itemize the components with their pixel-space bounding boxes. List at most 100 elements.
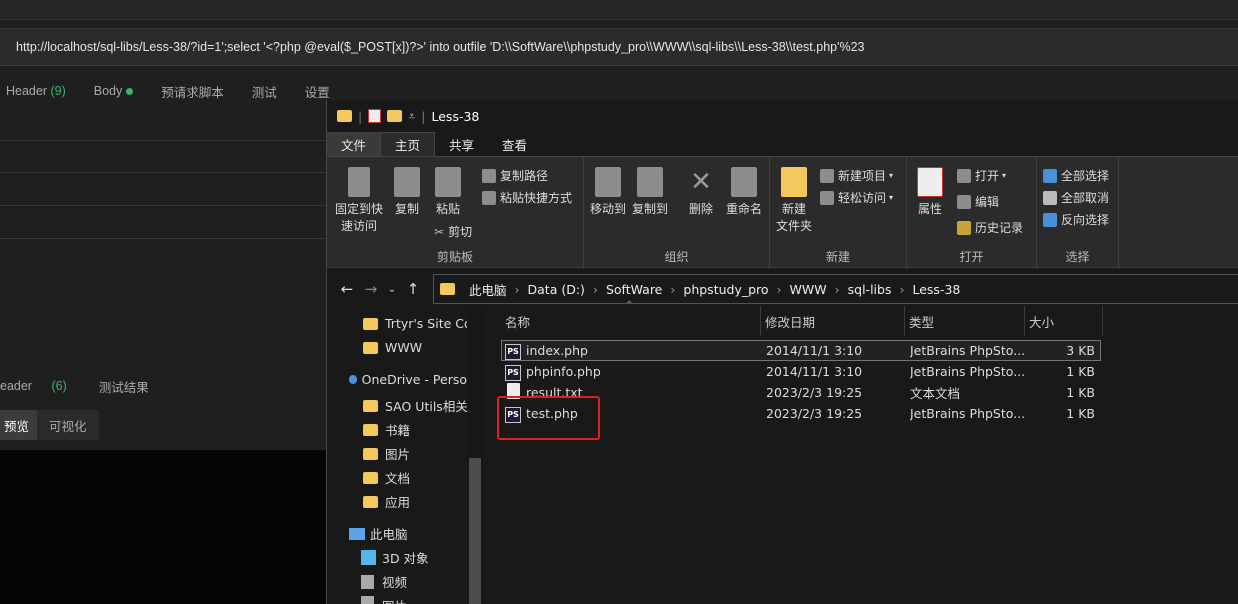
- back-arrow-icon[interactable]: ←: [335, 280, 359, 298]
- column-header-modified[interactable]: 修改日期: [761, 306, 905, 336]
- tab-test[interactable]: 测试: [252, 82, 277, 101]
- tab-visualize[interactable]: 可视化: [37, 410, 99, 440]
- tab-pre-script[interactable]: 预请求脚本: [161, 82, 224, 101]
- sidebar-item[interactable]: Trtyr's Site Coll: [363, 316, 481, 331]
- breadcrumb-item[interactable]: WWW: [790, 282, 827, 297]
- copy-path-button[interactable]: 复制路径: [482, 167, 548, 184]
- recent-chevron-down-icon[interactable]: ⌄: [383, 284, 401, 295]
- sidebar-item[interactable]: SAO Utils相关: [363, 396, 481, 415]
- php-file-icon: PS: [505, 342, 521, 360]
- pictures-icon: [361, 596, 374, 604]
- sidebar-item-onedrive[interactable]: OneDrive - Perso: [349, 372, 467, 387]
- file-size: 1 KB: [1066, 364, 1095, 379]
- folder-icon: [363, 447, 378, 460]
- rename-button[interactable]: 重命名: [722, 167, 766, 218]
- file-row[interactable]: PS index.php 2014/11/1 3:10 JetBrains Ph…: [501, 340, 1101, 361]
- tab-preview[interactable]: 预览: [0, 410, 38, 440]
- sidebar-item-this-pc[interactable]: 此电脑: [349, 524, 467, 543]
- forward-arrow-icon[interactable]: →: [359, 280, 383, 298]
- paste-shortcut-icon: [482, 190, 496, 205]
- folder-icon: [363, 495, 378, 508]
- column-header-type[interactable]: 类型: [905, 306, 1025, 336]
- tab-body[interactable]: Body: [94, 84, 134, 98]
- sidebar-item[interactable]: 图片: [363, 444, 481, 463]
- breadcrumb-item[interactable]: Data (D:): [528, 282, 585, 297]
- tab-view[interactable]: 查看: [488, 132, 541, 156]
- history-button[interactable]: 历史记录: [957, 219, 1023, 236]
- rename-icon: [731, 167, 757, 197]
- group-label: 选择: [1065, 250, 1090, 264]
- up-arrow-icon[interactable]: ↑: [401, 280, 425, 298]
- properties-quick-icon[interactable]: [368, 109, 382, 123]
- tab-header[interactable]: Header (9): [6, 84, 66, 98]
- customize-dropdown-icon[interactable]: ⩡: [408, 108, 415, 124]
- invert-selection-icon: [1043, 212, 1057, 227]
- file-type: JetBrains PhpSto...: [910, 343, 1026, 358]
- delete-button[interactable]: ✕ 删除: [684, 167, 718, 218]
- php-file-icon: PS: [505, 363, 521, 381]
- file-size: 3 KB: [1066, 343, 1095, 358]
- breadcrumb-item[interactable]: sql-libs: [848, 282, 892, 297]
- breadcrumb-item[interactable]: phpstudy_pro: [683, 282, 768, 297]
- computer-icon: [349, 527, 365, 540]
- breadcrumb-item[interactable]: Less-38: [912, 282, 960, 297]
- select-all-button[interactable]: 全部选择: [1043, 167, 1109, 184]
- sidebar-item[interactable]: 图片: [361, 596, 479, 604]
- sidebar-item[interactable]: 3D 对象: [361, 548, 479, 567]
- new-folder-quick-icon[interactable]: [387, 110, 403, 122]
- properties-button[interactable]: 属性: [913, 167, 947, 218]
- folder-icon: [363, 341, 378, 354]
- file-list: ⌃ 名称 修改日期 类型 大小 PS index.php 2014/11/1 3…: [487, 300, 1238, 604]
- organize-group: 移动到 复制到 ✕ 删除 重命名 组织: [584, 157, 770, 269]
- paste-button[interactable]: 粘贴: [431, 167, 465, 218]
- select-none-button[interactable]: 全部取消: [1043, 189, 1109, 206]
- request-url-input[interactable]: http://localhost/sql-libs/Less-38/?id=1'…: [0, 28, 1238, 66]
- address-bar[interactable]: 此电脑 › Data (D:) › SoftWare › phpstudy_pro › …: [433, 274, 1238, 304]
- open-button[interactable]: 打开 ▾: [957, 167, 1006, 184]
- copy-to-icon: [637, 167, 663, 197]
- tab-test-result[interactable]: 测试结果: [99, 377, 149, 396]
- sidebar-item[interactable]: 文档: [363, 468, 481, 487]
- folder-icon: [363, 471, 378, 484]
- new-item-button[interactable]: 新建项目 ▾: [820, 167, 893, 184]
- tab-home[interactable]: 主页: [380, 132, 436, 156]
- breadcrumb-item[interactable]: SoftWare: [606, 282, 662, 297]
- move-to-button[interactable]: 移动到: [588, 167, 628, 218]
- paste-shortcut-button[interactable]: 粘贴快捷方式: [482, 189, 572, 206]
- file-name: index.php: [526, 343, 588, 358]
- top-strip: [0, 0, 1238, 20]
- ribbon-tabs: 文件 主页 共享 查看: [327, 132, 541, 156]
- divider: [0, 205, 330, 206]
- folder-icon: [440, 283, 455, 295]
- copy-to-button[interactable]: 复制到: [630, 167, 670, 218]
- tab-share[interactable]: 共享: [435, 132, 488, 156]
- file-row[interactable]: PS phpinfo.php 2014/11/1 3:10 JetBrains …: [501, 361, 1101, 382]
- breadcrumb-item[interactable]: 此电脑: [469, 280, 507, 299]
- request-tabs: Header (9) Body 预请求脚本 测试 设置: [0, 80, 352, 102]
- select-group: 全部选择 全部取消 反向选择 选择: [1037, 157, 1119, 269]
- tab-file[interactable]: 文件: [327, 132, 381, 156]
- paste-icon: [435, 167, 461, 197]
- column-header-name[interactable]: 名称: [501, 306, 761, 336]
- file-modified: 2023/2/3 19:25: [766, 406, 863, 421]
- tab-response-header[interactable]: eader (6): [0, 379, 83, 393]
- sidebar-item[interactable]: WWW: [363, 340, 481, 355]
- pin-quick-access-button[interactable]: 固定到快 速访问: [333, 167, 385, 235]
- column-header-size[interactable]: 大小: [1025, 306, 1103, 336]
- sidebar-item[interactable]: 视频: [361, 572, 479, 591]
- easy-access-button[interactable]: 轻松访问 ▾: [820, 189, 893, 206]
- folder-icon: [363, 399, 378, 412]
- tab-settings[interactable]: 设置: [305, 82, 330, 101]
- select-all-icon: [1043, 168, 1057, 183]
- new-folder-button[interactable]: 新建 文件夹: [774, 167, 814, 235]
- sidebar-scrollbar-thumb[interactable]: [469, 458, 481, 604]
- file-modified: 2023/2/3 19:25: [766, 385, 863, 400]
- invert-selection-button[interactable]: 反向选择: [1043, 211, 1109, 228]
- cut-button[interactable]: ✂ 剪切: [434, 223, 472, 240]
- navigation-bar: ← → ⌄ ↑ 此电脑 › Data (D:) › SoftWare › phpstu…: [327, 272, 1238, 306]
- sidebar-item[interactable]: 应用: [363, 492, 481, 511]
- edit-button[interactable]: 编辑: [957, 193, 999, 210]
- copy-button[interactable]: 复制: [391, 167, 423, 218]
- new-group: 新建 文件夹 新建项目 ▾ 轻松访问 ▾ 新建: [770, 157, 907, 269]
- sidebar-item[interactable]: 书籍: [363, 420, 481, 439]
